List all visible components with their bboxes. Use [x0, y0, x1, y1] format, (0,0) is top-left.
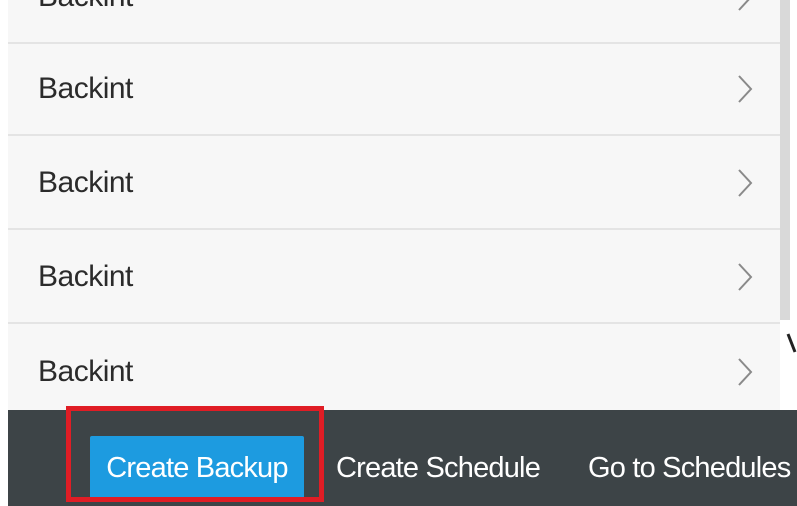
chevron-right-icon — [738, 0, 750, 11]
list-item-label: Backint — [38, 72, 133, 105]
list-item-label: Backint — [38, 260, 133, 293]
list-item[interactable]: Backint — [8, 0, 780, 44]
highlight-box — [66, 406, 324, 502]
go-to-schedules-button[interactable]: Go to Schedules — [588, 436, 791, 500]
create-schedule-button[interactable]: Create Schedule — [336, 436, 541, 500]
list-item[interactable]: Backint — [8, 138, 780, 230]
list-item[interactable]: Backint — [8, 326, 780, 410]
chevron-right-icon — [738, 358, 753, 386]
backup-catalog-list: Backint Backint Backint Backint Backint — [8, 0, 780, 410]
chevron-right-icon — [738, 75, 753, 103]
chevron-right-icon — [738, 169, 753, 197]
list-item-label: Backint — [38, 166, 133, 199]
list-item-label: Backint — [38, 0, 133, 14]
list-item-label: Backint — [38, 355, 133, 388]
list-item[interactable]: Backint — [8, 44, 780, 136]
edge-arrow-icon — [786, 333, 797, 353]
backup-screen: Backint Backint Backint Backint Backint — [0, 0, 797, 506]
list-scrollbar[interactable] — [780, 0, 790, 320]
list-item[interactable]: Backint — [8, 232, 780, 324]
chevron-right-icon — [738, 263, 753, 291]
